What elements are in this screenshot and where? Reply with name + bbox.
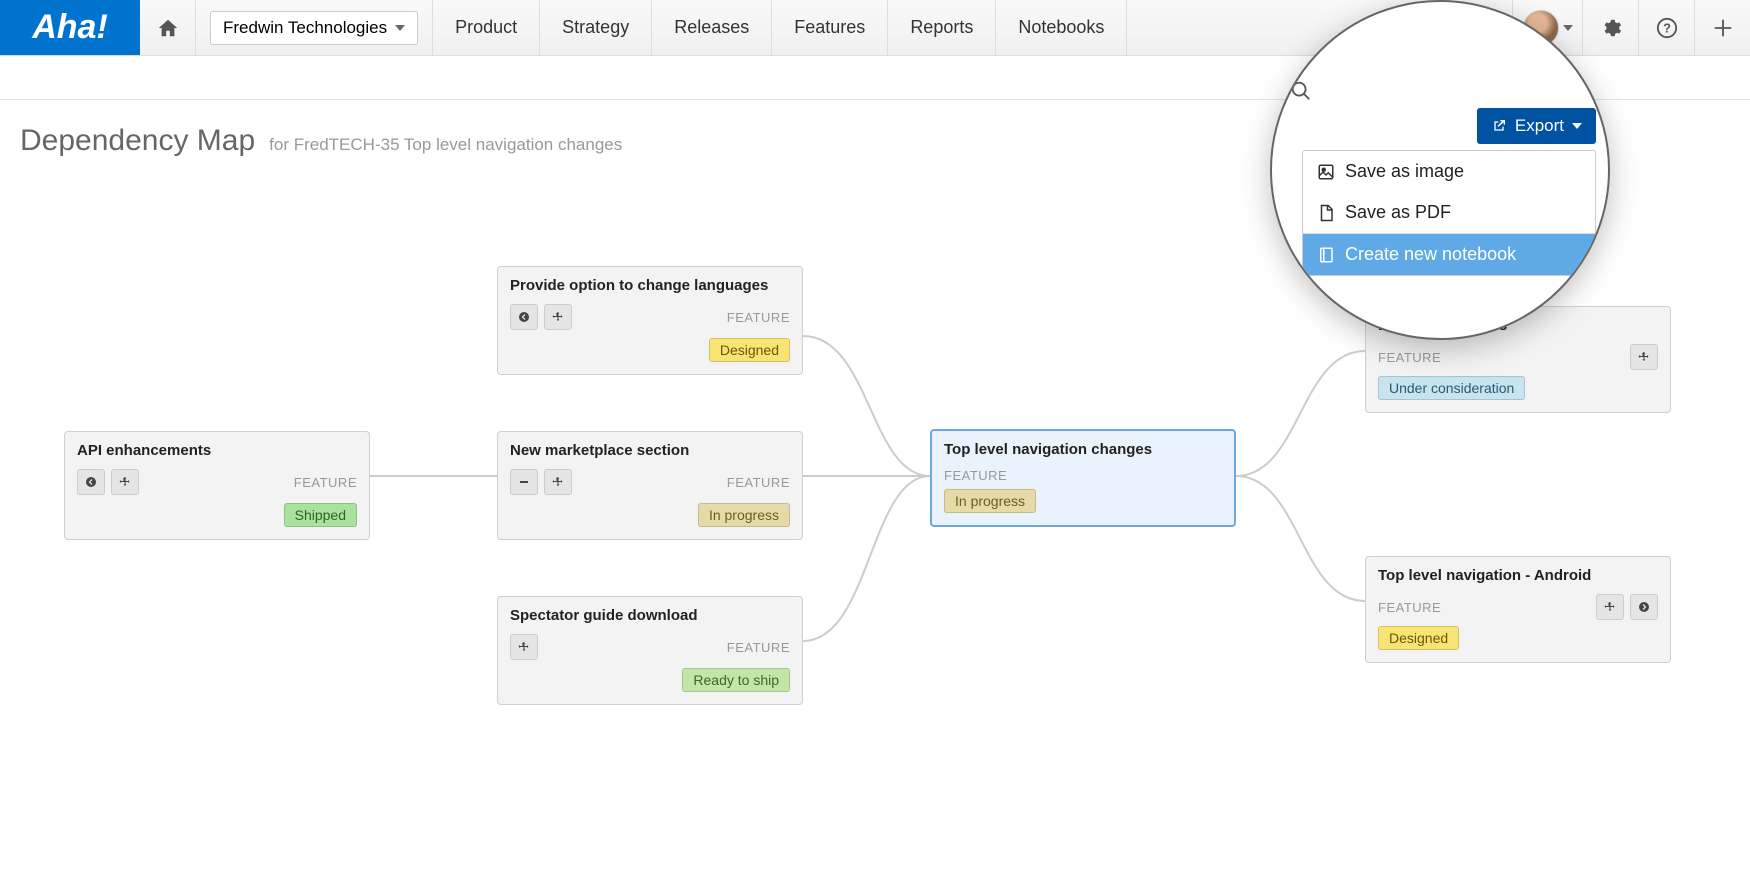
node-collapse-button[interactable] [510, 469, 538, 495]
export-save-image[interactable]: Save as image [1303, 151, 1595, 192]
plus-icon [1712, 17, 1734, 39]
magnifier-callout: Export Save as image Save as PDF Create … [1270, 0, 1610, 340]
export-create-notebook[interactable]: Create new notebook [1303, 233, 1595, 275]
export-label: Export [1515, 116, 1564, 136]
pdf-icon [1317, 204, 1335, 222]
node-back-button[interactable] [77, 469, 105, 495]
node-title: New marketplace section [510, 442, 790, 459]
nav-reports[interactable]: Reports [888, 0, 996, 55]
export-menu: Save as image Save as PDF Create new not… [1302, 150, 1596, 276]
nav-product[interactable]: Product [433, 0, 540, 55]
status-badge: In progress [944, 489, 1036, 513]
node-android-navigation[interactable]: Top level navigation - Android FEATURE D… [1365, 556, 1671, 663]
node-type: FEATURE [1378, 350, 1441, 365]
status-badge: Shipped [284, 503, 357, 527]
move-icon [552, 476, 564, 488]
node-title: Top level navigation changes [944, 441, 1222, 458]
notebook-icon [1317, 246, 1335, 264]
node-top-level-navigation[interactable]: Top level navigation changes FEATURE In … [930, 429, 1236, 527]
arrow-left-icon [85, 476, 97, 488]
home-button[interactable] [140, 0, 196, 55]
nav-releases[interactable]: Releases [652, 0, 772, 55]
nav-features[interactable]: Features [772, 0, 888, 55]
search-icon [1290, 80, 1312, 102]
export-item-label: Create new notebook [1345, 244, 1516, 265]
node-move-button[interactable] [544, 469, 572, 495]
export-button[interactable]: Export [1477, 108, 1596, 144]
node-type: FEATURE [727, 310, 790, 325]
node-title: Top level navigation - Android [1378, 567, 1658, 584]
page-subtitle: for FredTECH-35 Top level navigation cha… [269, 135, 622, 155]
node-move-button[interactable] [510, 634, 538, 660]
move-icon [1638, 351, 1650, 363]
add-button[interactable] [1694, 0, 1750, 55]
move-icon [1604, 601, 1616, 613]
status-badge: Ready to ship [682, 668, 790, 692]
node-type: FEATURE [1378, 600, 1441, 615]
move-icon [119, 476, 131, 488]
node-move-button[interactable] [544, 304, 572, 330]
node-move-button[interactable] [1630, 344, 1658, 370]
export-item-label: Save as PDF [1345, 202, 1451, 223]
home-icon [157, 17, 179, 39]
move-icon [518, 641, 530, 653]
node-title: Spectator guide download [510, 607, 790, 624]
node-move-button[interactable] [111, 469, 139, 495]
node-change-languages[interactable]: Provide option to change languages FEATU… [497, 266, 803, 375]
svg-text:?: ? [1663, 20, 1671, 35]
caret-down-icon [1572, 123, 1582, 129]
export-icon [1491, 118, 1507, 134]
brand-logo[interactable]: Aha! [0, 0, 140, 55]
image-icon [1317, 163, 1335, 181]
node-type: FEATURE [294, 475, 357, 490]
account-selector[interactable]: Fredwin Technologies [210, 11, 418, 45]
status-badge: In progress [698, 503, 790, 527]
node-title: API enhancements [77, 442, 357, 459]
page-title: Dependency Map [20, 124, 255, 158]
node-title: Provide option to change languages [510, 277, 790, 294]
node-api-enhancements[interactable]: API enhancements FEATURE Shipped [64, 431, 370, 540]
node-forward-button[interactable] [1630, 594, 1658, 620]
node-type: FEATURE [944, 468, 1222, 483]
status-badge: Under consideration [1378, 376, 1525, 400]
minus-icon [518, 476, 530, 488]
nav-notebooks[interactable]: Notebooks [996, 0, 1127, 55]
move-icon [552, 311, 564, 323]
help-button[interactable]: ? [1638, 0, 1694, 55]
node-back-button[interactable] [510, 304, 538, 330]
account-selector-label: Fredwin Technologies [223, 18, 387, 38]
node-type: FEATURE [727, 640, 790, 655]
node-spectator-guide[interactable]: Spectator guide download FEATURE Ready t… [497, 596, 803, 705]
help-icon: ? [1656, 17, 1678, 39]
node-type: FEATURE [727, 475, 790, 490]
status-badge: Designed [1378, 626, 1459, 650]
export-save-pdf[interactable]: Save as PDF [1303, 192, 1595, 233]
status-badge: Designed [709, 338, 790, 362]
caret-down-icon [395, 25, 405, 31]
node-move-button[interactable] [1596, 594, 1624, 620]
arrow-right-icon [1638, 601, 1650, 613]
node-marketplace[interactable]: New marketplace section FEATURE In progr… [497, 431, 803, 540]
account-selector-wrap: Fredwin Technologies [196, 0, 433, 55]
arrow-left-icon [518, 311, 530, 323]
nav-strategy[interactable]: Strategy [540, 0, 652, 55]
search-button[interactable] [1290, 80, 1312, 107]
export-item-label: Save as image [1345, 161, 1464, 182]
